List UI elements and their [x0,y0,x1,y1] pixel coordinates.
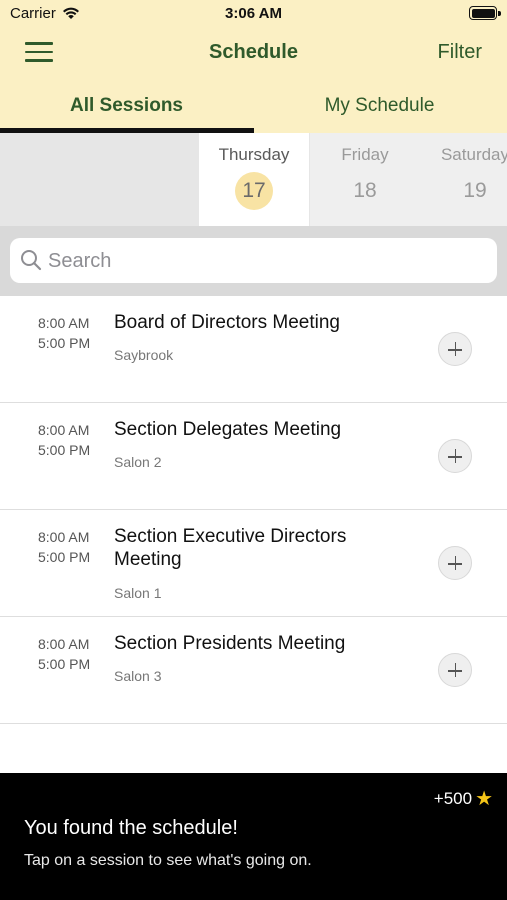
battery-icon [469,6,501,20]
session-times: 8:00 AM 5:00 PM [38,313,102,353]
day-number: 17 [235,172,273,210]
end-time: 5:00 PM [38,656,91,672]
status-bar: Carrier 3:06 AM [0,0,507,28]
end-time: 5:00 PM [38,442,91,458]
day-number: 19 [463,179,487,202]
search-bar [0,226,507,296]
end-time: 5:00 PM [38,335,91,351]
top-bar: Carrier 3:06 AM Schedule Filter All Sess… [0,0,507,133]
start-time: 8:00 AM [38,422,90,438]
add-to-schedule-button[interactable] [438,653,472,687]
session-times: 8:00 AM 5:00 PM [38,420,102,460]
start-time: 8:00 AM [38,529,90,545]
search-field[interactable] [10,238,497,283]
add-to-schedule-button[interactable] [438,546,472,580]
segment-tabs: All Sessions My Schedule [0,80,507,133]
day-thursday[interactable]: Thursday 17 [199,133,309,226]
tab-my-schedule[interactable]: My Schedule [253,80,506,133]
session-title: Section Presidents Meeting [114,633,346,654]
day-saturday[interactable]: Saturday 19 [420,133,507,226]
session-row[interactable]: 8:00 AM 5:00 PM Section Executive Direct… [0,510,507,617]
filter-button[interactable]: Filter [438,41,482,64]
end-time: 5:00 PM [38,549,91,565]
day-name: Thursday [218,145,290,164]
status-time: 3:06 AM [225,5,282,22]
toast-subtitle: Tap on a session to see what's going on. [24,852,312,869]
session-list: 8:00 AM 5:00 PM Board of Directors Meeti… [0,296,507,724]
session-title: Board of Directors Meeting [114,312,340,333]
session-row[interactable]: 8:00 AM 5:00 PM Section Presidents Meeti… [0,617,507,724]
session-row[interactable]: 8:00 AM 5:00 PM Section Delegates Meetin… [0,403,507,510]
nav-bar: Schedule Filter [0,28,507,78]
add-to-schedule-button[interactable] [438,332,472,366]
star-icon: ★ [475,788,493,810]
session-times: 8:00 AM 5:00 PM [38,527,102,567]
day-name: Friday [341,145,389,164]
points-value: +500 [433,789,473,808]
search-icon [20,249,42,276]
session-room: Salon 1 [114,585,162,601]
day-picker: Thursday 17 Friday 18 Saturday 19 [0,133,507,226]
day-name: Saturday [440,145,507,164]
session-room: Salon 2 [114,454,162,470]
tab-all-sessions[interactable]: All Sessions [0,80,253,133]
day-number: 18 [353,179,377,202]
day-friday[interactable]: Friday 18 [310,133,420,226]
add-to-schedule-button[interactable] [438,439,472,473]
achievement-toast[interactable]: +500 ★ You found the schedule! Tap on a … [0,773,507,900]
start-time: 8:00 AM [38,636,90,652]
start-time: 8:00 AM [38,315,90,331]
toast-title: You found the schedule! [24,817,238,839]
session-row[interactable]: 8:00 AM 5:00 PM Board of Directors Meeti… [0,296,507,403]
session-title: Section Executive Directors Meeting [114,526,347,570]
page-title: Schedule [209,41,298,63]
search-input[interactable] [48,246,478,276]
session-room: Salon 3 [114,668,162,684]
session-title: Section Delegates Meeting [114,419,342,440]
session-times: 8:00 AM 5:00 PM [38,634,102,674]
points-badge: +500 ★ [434,789,493,809]
session-room: Saybrook [114,347,174,363]
